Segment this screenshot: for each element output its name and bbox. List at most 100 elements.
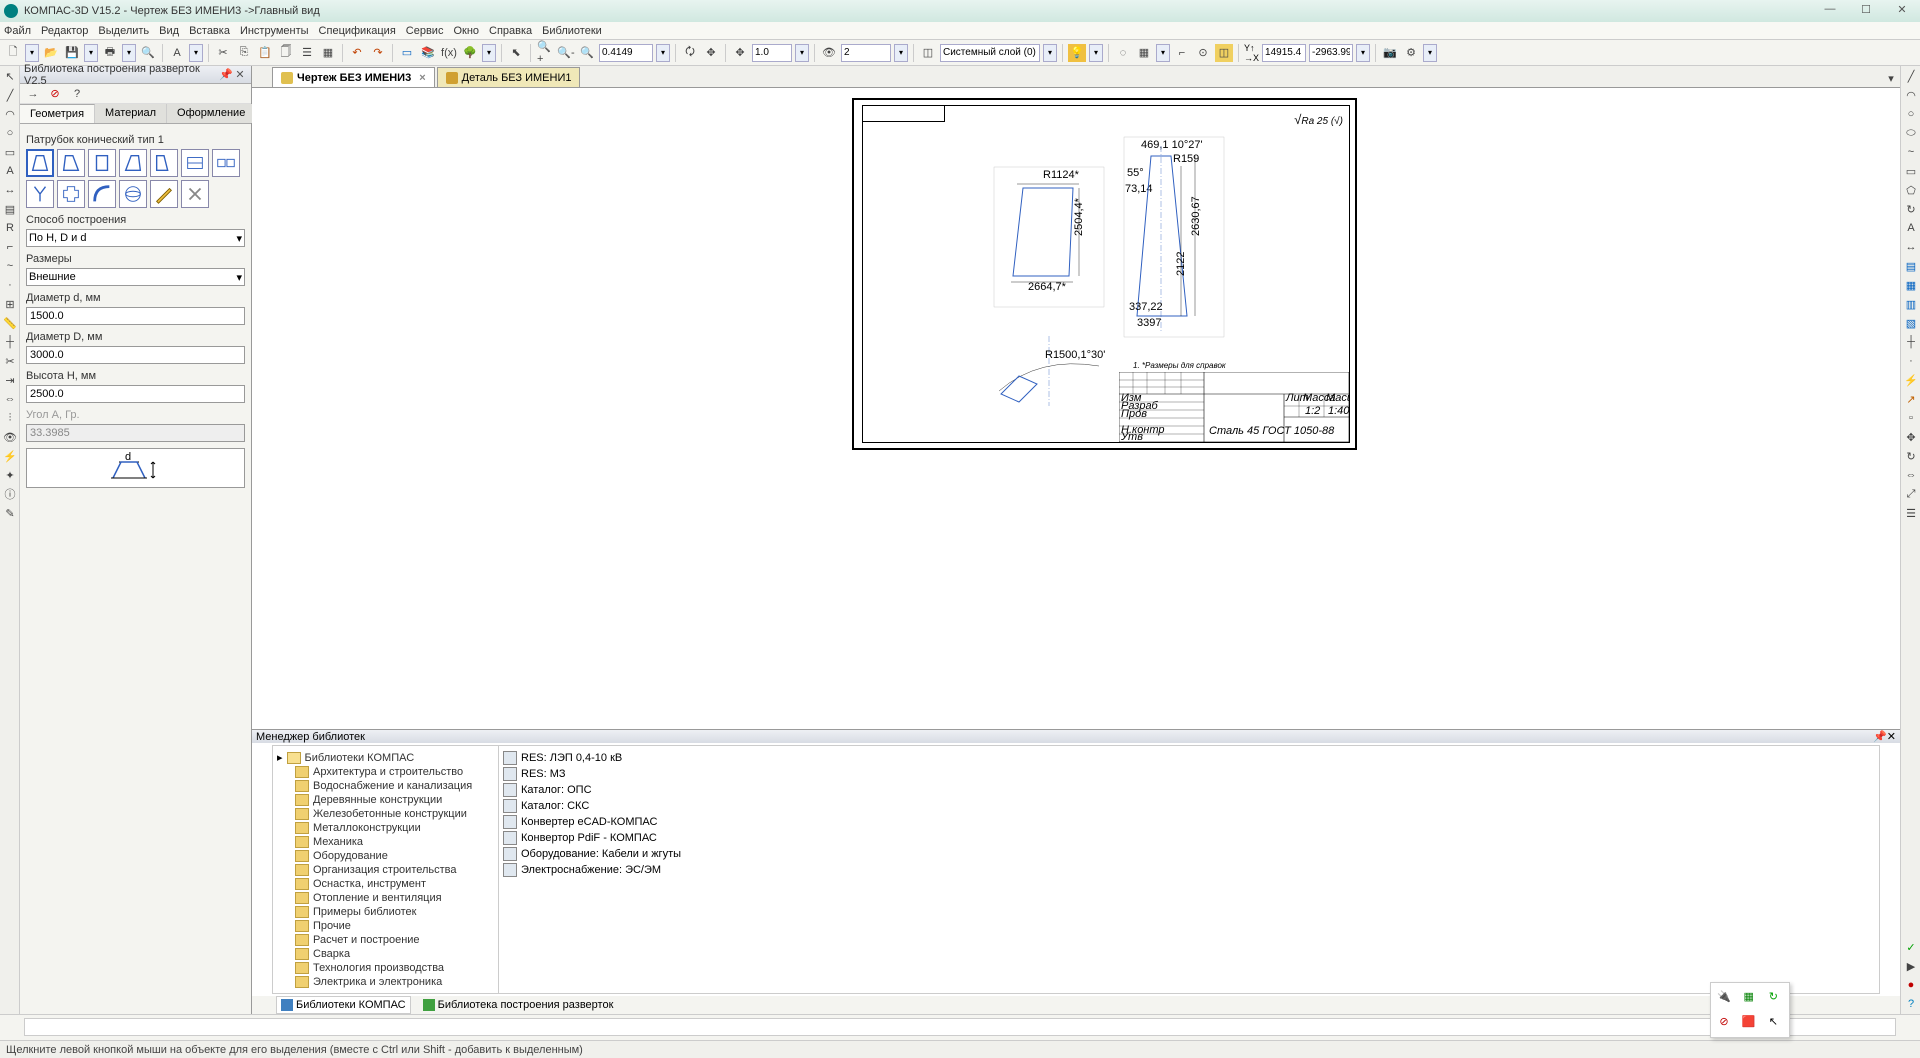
scale-dropdown[interactable]: ▾ [795,44,809,62]
drawing-canvas[interactable]: √Ra 25 (√) R1124* 2504,4* 2664,7* [252,88,1900,729]
shape-edit[interactable] [150,180,178,208]
r-point-icon[interactable]: · [1903,353,1919,369]
highlight-icon[interactable]: 💡 [1068,44,1086,62]
list-item[interactable]: Оборудование: Кабели и жгуты [521,848,681,860]
view-icon[interactable]: 👁 [820,44,838,62]
shape-cone-1[interactable] [26,149,54,177]
redo-icon[interactable]: ↷ [369,44,387,62]
tree-item[interactable]: Оборудование [313,850,388,862]
pointer-tool-icon[interactable]: ↖ [2,68,18,84]
tree-item[interactable]: Железобетонные конструкции [313,808,467,820]
print-dropdown[interactable]: ▾ [122,44,136,62]
break-tool-icon[interactable]: ⚡ [2,448,18,464]
refresh-icon[interactable]: 🗘 [681,44,699,62]
r-polygon-icon[interactable]: ⬠ [1903,182,1919,198]
preview-icon[interactable]: 🔍 [139,44,157,62]
widget-icon-2[interactable]: ▦ [1740,987,1758,1005]
widget-icon-6[interactable]: ↖ [1764,1012,1782,1030]
layer-dropdown[interactable]: ▾ [1043,44,1057,62]
count-input[interactable] [841,44,891,62]
list-item[interactable]: Конвертор PdiF - КОМПАС [521,832,657,844]
mode-icon[interactable]: ◫ [1215,44,1233,62]
coord-x-input[interactable] [1262,44,1306,62]
list-item[interactable]: Электроснабжение: ЭС/ЭМ [521,864,661,876]
fx-icon[interactable]: f(x) [440,44,458,62]
command-input[interactable] [24,1018,1896,1036]
pan-icon[interactable]: ✥ [702,44,720,62]
panel-close-icon[interactable]: ✕ [233,68,247,81]
r-mirror-icon[interactable]: ⇔ [1903,467,1919,483]
r-text-icon[interactable]: A [1903,220,1919,236]
layer-input[interactable] [940,44,1040,62]
variables-icon[interactable]: ▭ [398,44,416,62]
grid-icon[interactable]: ▦ [1135,44,1153,62]
libmgr-pin-icon[interactable]: 📌 [1873,730,1887,743]
shape-pipe-1[interactable] [88,149,116,177]
maximize-button[interactable]: ☐ [1852,3,1880,19]
highlight-dropdown[interactable]: ▾ [1089,44,1103,62]
info-tool-icon[interactable]: ⓘ [2,486,18,502]
list-item[interactable]: Каталог: СКС [521,800,589,812]
shape-cone-2[interactable] [57,149,85,177]
zoom-out-icon[interactable]: 🔍- [557,44,575,62]
menu-select[interactable]: Выделить [98,25,149,37]
tree-item[interactable]: Расчет и построение [313,934,420,946]
misc-tool-icon[interactable]: ✎ [2,505,18,521]
tree-item[interactable]: Организация строительства [313,864,457,876]
build-method-combo[interactable]: По H, D и d▾ [26,229,245,247]
r-select-icon[interactable]: ▫ [1903,410,1919,426]
paste-icon[interactable]: 📋 [256,44,274,62]
tree-item[interactable]: Отопление и вентиляция [313,892,442,904]
panel-pin-icon[interactable]: 📌 [219,68,233,81]
font-dropdown[interactable]: ▾ [189,44,203,62]
r-leader-icon[interactable]: ↗ [1903,391,1919,407]
rect-tool-icon[interactable]: ▭ [2,144,18,160]
ortho-icon[interactable]: ⌐ [1173,44,1191,62]
shape-tools[interactable] [181,180,209,208]
minimize-button[interactable]: — [1816,3,1844,19]
tree-item[interactable]: Оснастка, инструмент [313,878,426,890]
r-grid-icon[interactable]: ▥ [1903,296,1919,312]
shape-transition[interactable] [212,149,240,177]
library-tree[interactable]: ▸Библиотеки КОМПАС Архитектура и строите… [273,746,499,993]
tree-item[interactable]: Деревянные конструкции [313,794,442,806]
libtab-unfold[interactable]: Библиотека построения разверток [419,997,618,1013]
arrow-icon[interactable]: ⬉ [507,44,525,62]
open-icon[interactable]: 📂 [42,44,60,62]
tree-item[interactable]: Металлоконструкции [313,822,421,834]
scale-input[interactable] [752,44,792,62]
coord-y-input[interactable] [1309,44,1353,62]
panel-apply-icon[interactable]: → [24,85,42,103]
widget-icon-4[interactable]: ⊘ [1715,1012,1733,1030]
doc-tab-part[interactable]: Деталь БЕЗ ИМЕНИ1 [437,67,581,87]
undo-icon[interactable]: ↶ [348,44,366,62]
chamfer-tool-icon[interactable]: ⌐ [2,239,18,255]
print-icon[interactable]: 🖶 [101,44,119,62]
tab-material[interactable]: Материал [95,104,167,123]
tab-design[interactable]: Оформление [167,104,256,123]
library-icon[interactable]: 📚 [419,44,437,62]
mirror-tool-icon[interactable]: ⇔ [2,391,18,407]
list-item[interactable]: RES: ЛЭП 0,4-10 кВ [521,752,622,764]
tree-item[interactable]: Электрика и электроника [313,976,442,988]
tree-item[interactable]: Технология производства [313,962,444,974]
tree-item[interactable]: Механика [313,836,363,848]
shape-elbow[interactable] [88,180,116,208]
settings-dropdown[interactable]: ▾ [1423,44,1437,62]
zoom-input[interactable] [599,44,653,62]
menu-libraries[interactable]: Библиотеки [542,25,602,37]
doc-tabs-menu-icon[interactable]: ▾ [1882,69,1900,87]
shape-frustum[interactable] [119,149,147,177]
r-table-icon[interactable]: ▧ [1903,315,1919,331]
r-break-icon[interactable]: ⚡ [1903,372,1919,388]
tree-dropdown[interactable]: ▾ [482,44,496,62]
menu-file[interactable]: Файл [4,25,31,37]
text-tool-icon[interactable]: A [2,163,18,179]
r-fill-icon[interactable]: ▦ [1903,277,1919,293]
tree-root[interactable]: Библиотеки КОМПАС [305,752,415,764]
hatch-tool-icon[interactable]: ▤ [2,201,18,217]
shape-y[interactable] [26,180,54,208]
cut-icon[interactable]: ✂ [214,44,232,62]
r-align-icon[interactable]: ☰ [1903,505,1919,521]
height-input[interactable] [26,385,245,403]
